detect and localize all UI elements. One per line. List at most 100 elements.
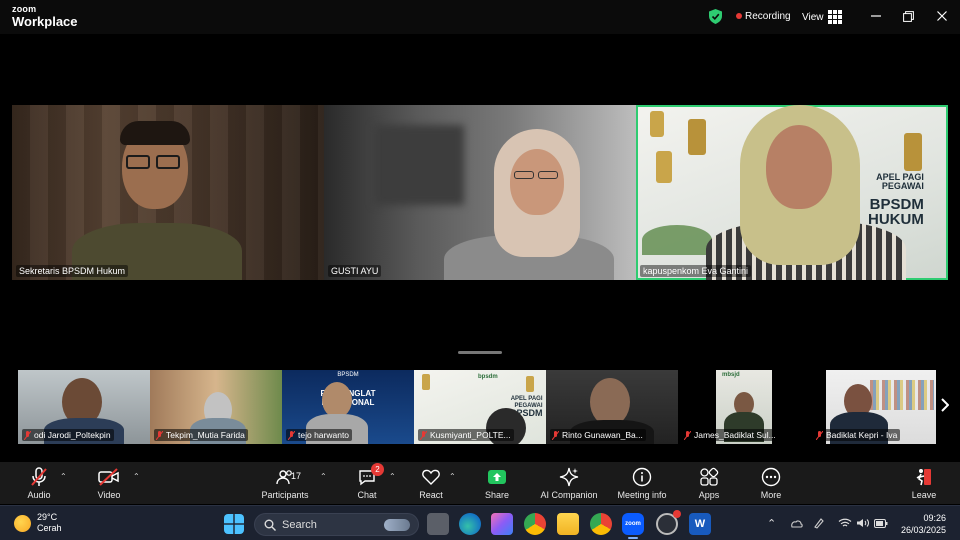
thumbnail-tejo-harwanto[interactable]: BPSDM PUSBANGLAT FUNGSIONAL tejo harwant…	[282, 370, 414, 444]
leave-door-icon	[913, 466, 935, 488]
task-view-icon[interactable]	[427, 513, 449, 535]
video-options-chevron-icon[interactable]: ⌃	[133, 472, 140, 481]
chat-unread-badge: 2	[371, 463, 384, 476]
edge-browser-icon[interactable]	[459, 513, 481, 535]
thumbnail-name-label: Badiklat Kepri - Iva	[814, 429, 901, 441]
share-screen-icon	[486, 466, 508, 488]
recording-dot-icon	[736, 13, 742, 19]
copilot-icon[interactable]	[491, 513, 513, 535]
org-logo: bpsdm	[478, 374, 498, 380]
restore-button[interactable]	[900, 8, 916, 24]
file-explorer-icon[interactable]	[557, 513, 579, 535]
windows-taskbar: 29°C Cerah Search zoom W ⌃ 09:26 26/03/2…	[0, 505, 960, 540]
meeting-info-button[interactable]: Meeting info	[607, 466, 677, 500]
heart-icon	[420, 466, 442, 488]
search-highlight-icon	[384, 518, 410, 531]
muted-mic-icon	[156, 430, 163, 440]
share-button[interactable]: Share	[462, 466, 532, 500]
zoom-app-icon[interactable]: zoom	[622, 513, 644, 535]
more-options-icon	[760, 466, 782, 488]
thumbnail-odi-jarodi[interactable]: odi Jarodi_Poltekpin	[18, 370, 150, 444]
info-icon	[631, 466, 653, 488]
thumbnail-name-label: odi Jarodi_Poltekpin	[22, 429, 114, 441]
battery-icon[interactable]	[874, 519, 888, 528]
minimize-button[interactable]	[868, 8, 884, 24]
thumbnail-rinto-gunawan[interactable]: Rinto Gunawan_Ba...	[546, 370, 678, 444]
participants-button[interactable]: 17 Participants	[250, 466, 320, 500]
thumbnail-name: Rinto Gunawan_Ba...	[562, 430, 643, 440]
thumbnail-name-label: Rinto Gunawan_Ba...	[550, 429, 646, 441]
sparkle-icon	[558, 466, 580, 488]
audio-label: Audio	[27, 490, 51, 500]
video-label: Video	[97, 490, 121, 500]
capture-tool-icon[interactable]	[656, 510, 681, 535]
muted-mic-icon	[684, 430, 691, 440]
participant-name-label: Sekretaris BPSDM Hukum	[16, 265, 129, 277]
chrome-profile-icon[interactable]	[590, 513, 612, 535]
search-placeholder: Search	[282, 518, 317, 531]
encryption-shield-icon[interactable]	[709, 9, 722, 24]
recording-label[interactable]: Recording	[745, 11, 791, 22]
close-window-button[interactable]	[934, 8, 950, 24]
volume-icon[interactable]	[856, 518, 870, 528]
thumbnail-name: Kusmiyanti_POLTE...	[430, 430, 511, 440]
banner-line2: PEGAWAI	[881, 181, 924, 191]
muted-mic-icon	[24, 430, 31, 440]
system-clock[interactable]: 09:26 26/03/2025	[898, 512, 946, 536]
lantern-decoration	[688, 119, 706, 155]
thumbnail-name-label: James_Badiklat Sul...	[682, 429, 779, 441]
chrome-icon[interactable]	[524, 513, 546, 535]
onedrive-cloud-icon[interactable]	[789, 518, 803, 528]
search-icon	[264, 519, 276, 531]
view-button[interactable]: View	[802, 10, 842, 24]
active-app-indicator	[628, 537, 638, 539]
more-button[interactable]: More	[736, 466, 806, 500]
ai-companion-button[interactable]: AI Companion	[534, 466, 604, 500]
muted-mic-icon	[288, 430, 295, 440]
banner-line4: HUKUM	[868, 211, 924, 228]
apps-icon	[698, 466, 720, 488]
video-tile-gusti-ayu[interactable]: GUSTI AYU	[324, 105, 636, 280]
gallery-resize-handle[interactable]	[458, 351, 502, 354]
ai-companion-label: AI Companion	[540, 490, 598, 500]
video-off-icon	[98, 466, 120, 488]
muted-mic-icon	[816, 430, 823, 440]
thumbnail-badiklat-kepri[interactable]: Badiklat Kepri - Iva	[810, 370, 942, 444]
language-pen-icon[interactable]	[813, 517, 827, 529]
clock-date: 26/03/2025	[900, 525, 946, 535]
word-app-icon[interactable]: W	[689, 513, 711, 535]
apps-button[interactable]: Apps	[674, 466, 744, 500]
participant-name-label: GUSTI AYU	[328, 265, 382, 277]
react-label: React	[419, 490, 443, 500]
thumbnail-kusmiyanti[interactable]: bpsdm APEL PAGI PEGAWAI BPSDM Kusmiyanti…	[414, 370, 546, 444]
participants-icon: 17	[274, 466, 301, 488]
thumbnail-mutia-farida[interactable]: Tekpim_Mutia Farida	[150, 370, 282, 444]
leave-button[interactable]: Leave	[889, 466, 959, 500]
muted-mic-icon	[28, 466, 50, 488]
thumbnail-name: Tekpim_Mutia Farida	[166, 430, 245, 440]
banner-text: APEL PAGI PEGAWAI BPSDM HUKUM	[868, 173, 924, 228]
participants-options-chevron-icon[interactable]: ⌃	[320, 472, 327, 481]
thumbnail-strip: odi Jarodi_Poltekpin Tekpim_Mutia Farida…	[18, 370, 942, 444]
logo-line2: Workplace	[12, 14, 78, 29]
banner-line3: BPSDM	[869, 196, 924, 213]
react-options-chevron-icon[interactable]: ⌃	[449, 472, 456, 481]
thumbnail-name-label: Tekpim_Mutia Farida	[154, 429, 248, 441]
video-tile-eva-gantini[interactable]: APEL PAGI PEGAWAI BPSDM HUKUM kapuspenko…	[636, 105, 948, 280]
weather-widget[interactable]: 29°C Cerah	[14, 512, 62, 534]
show-hidden-icons-chevron-icon[interactable]: ⌃	[767, 517, 776, 530]
muted-mic-icon	[420, 430, 427, 440]
wifi-icon[interactable]	[838, 518, 852, 528]
thumbnail-name: odi Jarodi_Poltekpin	[34, 430, 111, 440]
weather-condition: Cerah	[37, 523, 62, 533]
taskbar-search-box[interactable]: Search	[254, 513, 419, 536]
thumbnail-james-badiklat[interactable]: mbsjd James_Badiklat Sul...	[678, 370, 810, 444]
audio-options-chevron-icon[interactable]: ⌃	[60, 472, 67, 481]
video-tile-sekretaris[interactable]: Sekretaris BPSDM Hukum	[12, 105, 324, 280]
meeting-info-label: Meeting info	[617, 490, 667, 500]
next-page-chevron-icon[interactable]	[940, 398, 949, 412]
chat-options-chevron-icon[interactable]: ⌃	[389, 472, 396, 481]
clock-time: 09:26	[923, 513, 946, 523]
thumbnail-name-label: Kusmiyanti_POLTE...	[418, 429, 514, 441]
windows-start-icon[interactable]	[224, 514, 244, 534]
